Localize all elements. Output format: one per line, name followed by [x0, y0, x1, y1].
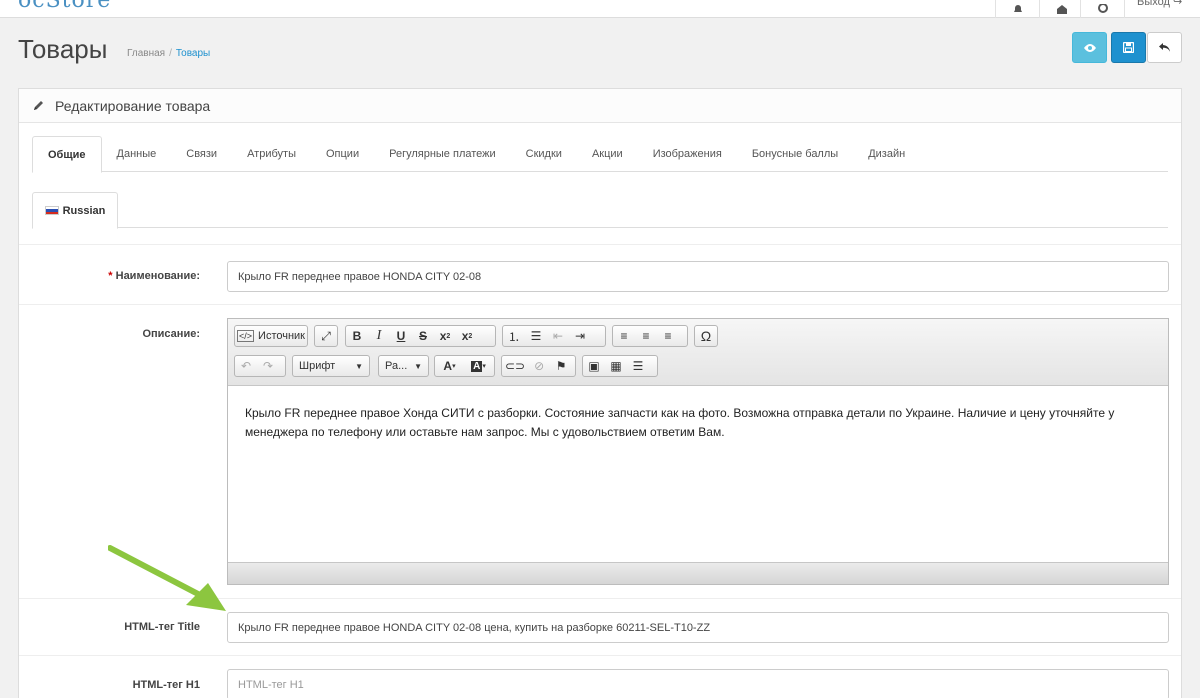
divider: [19, 244, 1181, 245]
tab-images[interactable]: Изображения: [638, 136, 737, 172]
back-button[interactable]: [1147, 32, 1182, 63]
size-select[interactable]: Ра... ▼: [378, 355, 429, 377]
meta-title-label: HTML-тег Title: [124, 621, 200, 633]
align-center-icon[interactable]: ≡: [635, 326, 657, 346]
tab-options[interactable]: Опции: [311, 136, 374, 172]
horizontal-rule-icon[interactable]: ☰: [627, 356, 649, 376]
background-color-icon[interactable]: A ▾: [464, 356, 493, 376]
link-icon[interactable]: ⊂⊃: [502, 356, 528, 376]
undo-group: ↶ ↷: [234, 355, 286, 377]
meta-title-input[interactable]: [227, 612, 1169, 643]
save-button[interactable]: [1111, 32, 1146, 63]
logout-link[interactable]: Выход ↪: [1124, 0, 1200, 18]
tab-bar: Общие Данные Связи Атрибуты Опции Регуля…: [32, 136, 1168, 173]
eye-icon: [1083, 43, 1096, 52]
chevron-down-icon: ▼: [355, 361, 363, 371]
divider: [19, 304, 1181, 305]
insert-group: ▣ ▦ ☰: [582, 355, 658, 377]
anchor-flag-icon[interactable]: ⚑: [550, 356, 572, 376]
divider: [19, 655, 1181, 656]
page-title: Товары: [18, 34, 108, 64]
tab-links[interactable]: Связи: [171, 136, 232, 172]
align-group: ≡ ≡ ≡: [612, 325, 688, 347]
tab-reward-points[interactable]: Бонусные баллы: [737, 136, 853, 172]
name-label: * Наименование:: [108, 270, 200, 282]
editor-content[interactable]: Крыло FR переднее правое Хонда СИТИ с ра…: [228, 386, 1168, 562]
russia-flag-icon: [44, 206, 59, 215]
breadcrumb-home[interactable]: Главная: [127, 48, 165, 59]
annotation-arrow-icon: [108, 545, 226, 611]
font-select[interactable]: Шрифт ▼: [292, 355, 370, 377]
undo-icon: [1159, 43, 1170, 52]
pencil-icon: [34, 101, 43, 110]
redo-edit-icon[interactable]: ↷: [257, 356, 279, 376]
tab-specials[interactable]: Акции: [577, 136, 638, 172]
superscript-icon[interactable]: x2: [456, 326, 478, 346]
name-label-text: Наименование:: [115, 270, 200, 282]
logout-icon: ↪: [1172, 0, 1183, 8]
tab-discounts[interactable]: Скидки: [511, 136, 577, 172]
top-navbar: ocStore Выход ↪: [0, 0, 1200, 18]
chevron-down-icon: ▼: [414, 361, 422, 371]
save-icon: [1123, 42, 1134, 53]
panel-title: Редактирование товара: [55, 97, 211, 114]
home-icon[interactable]: [1039, 0, 1083, 18]
link-group: ⊂⊃ ⊘ ⚑: [501, 355, 576, 377]
breadcrumb: Главная / Товары: [127, 48, 210, 59]
color-group: A ▾ A ▾: [434, 355, 495, 377]
table-icon[interactable]: ▦: [605, 356, 627, 376]
language-tab-label: Russian: [62, 204, 106, 217]
format-group: B I U S x2 x2: [345, 325, 496, 347]
image-icon[interactable]: ▣: [583, 356, 605, 376]
rich-text-editor: </>Источник ⤢ B I U S x2 x2 ⒈ ☰ ⇤ ⇥ ≡ ≡: [227, 318, 1169, 585]
help-icon[interactable]: [1080, 0, 1124, 18]
font-select-label: Шрифт: [299, 360, 336, 372]
indent-icon[interactable]: ⇥: [569, 326, 591, 346]
breadcrumb-products[interactable]: Товары: [176, 48, 210, 59]
source-group: </> Источник: [234, 325, 308, 347]
source-button[interactable]: </> Источник: [235, 326, 307, 346]
language-tab-russian[interactable]: Russian: [32, 192, 118, 229]
tab-attributes[interactable]: Атрибуты: [232, 136, 311, 172]
language-tabs: Russian: [32, 192, 1168, 229]
text-color-icon[interactable]: A ▾: [435, 356, 464, 376]
name-input[interactable]: [227, 261, 1169, 292]
panel-heading: Редактирование товара: [19, 89, 1181, 123]
bold-icon[interactable]: B: [346, 326, 368, 346]
editor-statusbar: [228, 562, 1168, 584]
tab-general[interactable]: Общие: [32, 136, 102, 173]
unlink-icon[interactable]: ⊘: [528, 356, 550, 376]
bell-icon[interactable]: [995, 0, 1039, 18]
maximize-icon[interactable]: ⤢: [315, 326, 337, 346]
breadcrumb-separator: /: [169, 48, 172, 59]
h1-label: HTML-тег H1: [132, 679, 200, 691]
align-right-icon[interactable]: ≡: [657, 326, 679, 346]
required-mark: *: [108, 270, 113, 282]
editor-toolbar: </>Источник ⤢ B I U S x2 x2 ⒈ ☰ ⇤ ⇥ ≡ ≡: [228, 319, 1168, 386]
italic-icon[interactable]: I: [368, 326, 390, 346]
tab-design[interactable]: Дизайн: [853, 136, 920, 172]
special-char-group: Ω: [694, 325, 718, 347]
description-label: Описание:: [142, 328, 200, 340]
tab-recurring[interactable]: Регулярные платежи: [374, 136, 511, 172]
maximize-group: ⤢: [314, 325, 338, 347]
size-select-label: Ра...: [385, 360, 408, 372]
source-icon: </>: [237, 330, 255, 342]
tab-data[interactable]: Данные: [102, 136, 172, 172]
strikethrough-icon[interactable]: S: [412, 326, 434, 346]
h1-input[interactable]: [227, 669, 1169, 698]
subscript-icon[interactable]: x2: [434, 326, 456, 346]
list-group: ⒈ ☰ ⇤ ⇥: [502, 325, 606, 347]
source-label: Источник: [258, 330, 305, 342]
undo-edit-icon[interactable]: ↶: [235, 356, 257, 376]
align-left-icon[interactable]: ≡: [613, 326, 635, 346]
omega-icon[interactable]: Ω: [695, 326, 717, 346]
bulleted-list-icon[interactable]: ☰: [525, 326, 547, 346]
view-button[interactable]: [1072, 32, 1107, 63]
underline-icon[interactable]: U: [390, 326, 412, 346]
outdent-icon[interactable]: ⇤: [547, 326, 569, 346]
logo[interactable]: ocStore: [18, 0, 111, 13]
logout-label: Выход: [1137, 0, 1170, 8]
numbered-list-icon[interactable]: ⒈: [503, 326, 525, 346]
